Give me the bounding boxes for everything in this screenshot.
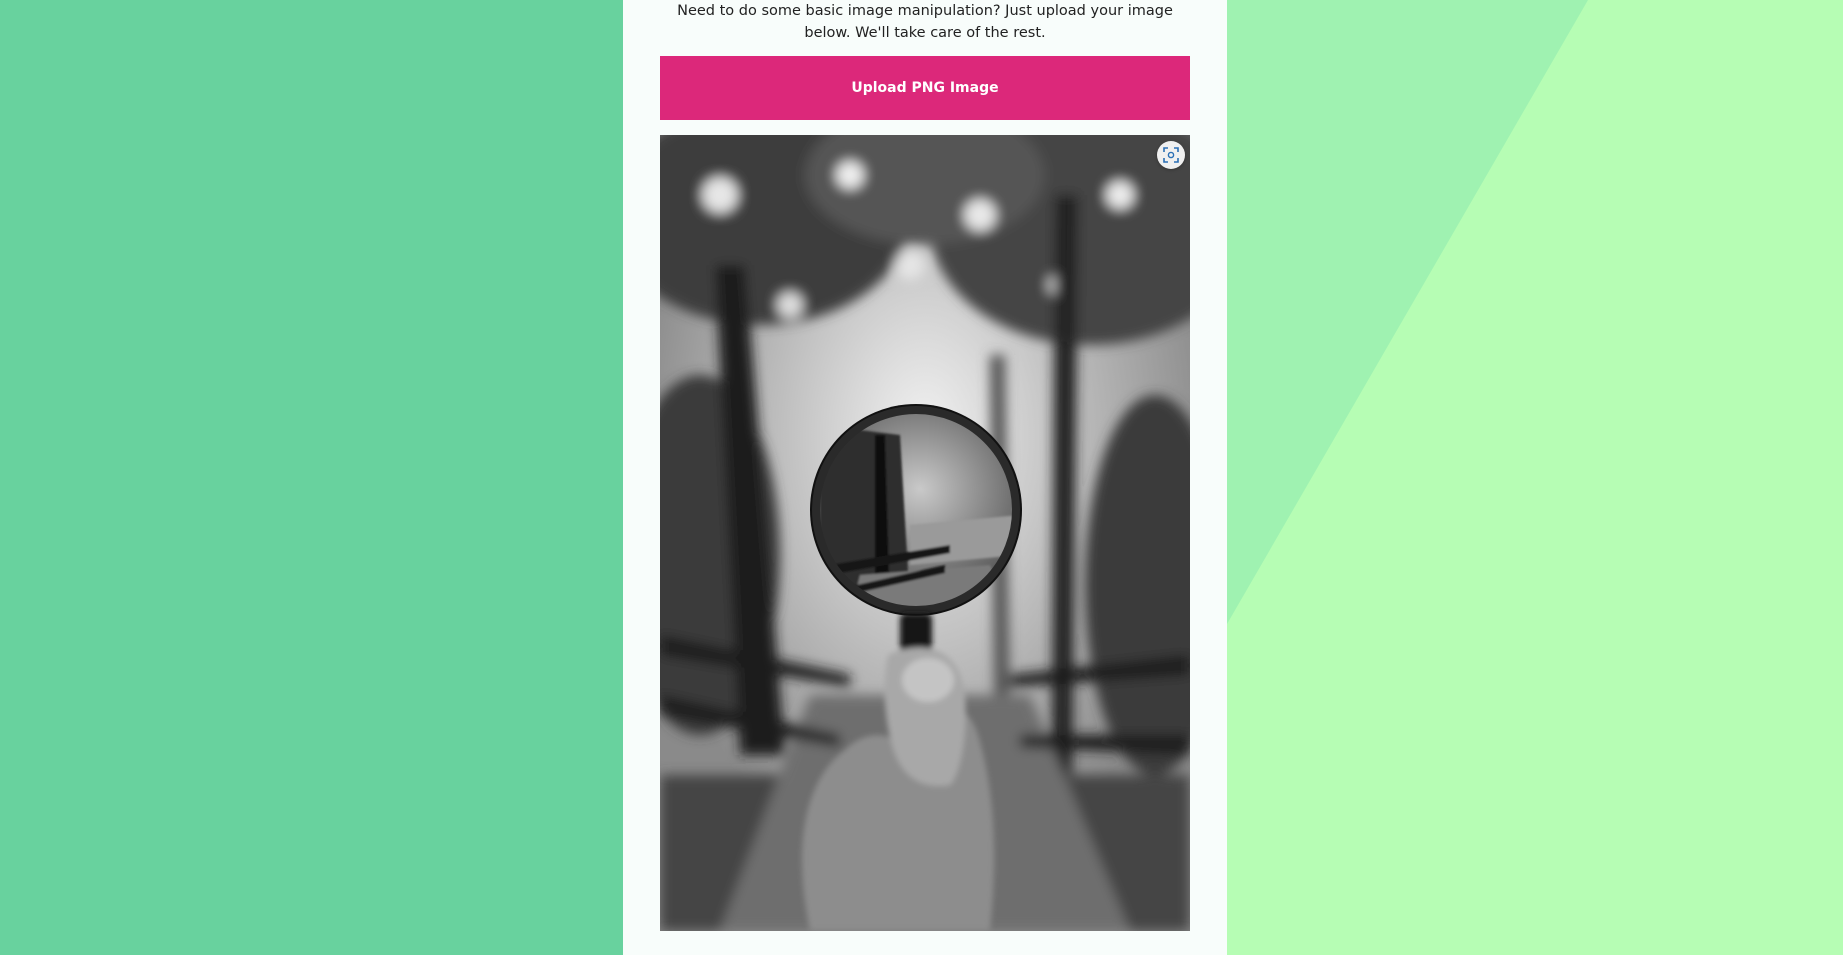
preview-photo [660,135,1190,931]
image-preview [660,135,1190,931]
expand-image-button[interactable] [1157,141,1185,169]
upload-png-button[interactable]: Upload PNG Image [660,56,1190,120]
focus-frame-icon [1163,147,1179,163]
intro-text: Need to do some basic image manipulation… [677,3,1173,41]
